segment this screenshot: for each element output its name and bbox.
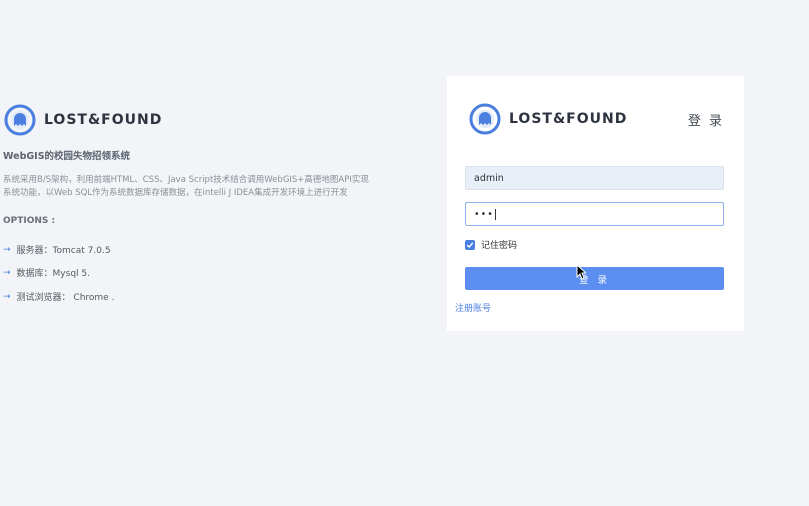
option-label: 服务器：Tomcat 7.0.5 <box>16 246 111 256</box>
check-icon <box>466 241 474 248</box>
brand: LOST&FOUND <box>4 100 380 140</box>
card-brand-name: LOST&FOUND <box>509 111 628 127</box>
option-item: → 测试浏览器： Chrome . <box>3 290 115 304</box>
password-value: ••• <box>474 208 494 220</box>
arrow-right-icon: → <box>3 244 11 255</box>
username-input[interactable] <box>465 166 724 190</box>
brand-name: LOST&FOUND <box>44 112 163 128</box>
option-label: 测试浏览器： Chrome . <box>16 293 115 303</box>
option-item: → 服务器：Tomcat 7.0.5 <box>3 243 111 257</box>
option-item: → 数据库：Mysql 5. <box>3 266 90 280</box>
arrow-right-icon: → <box>3 267 11 278</box>
arrow-right-icon: → <box>3 291 11 302</box>
login-title: 登 录 <box>687 114 724 129</box>
options-title: OPTIONS : <box>3 216 56 226</box>
card-brand: LOST&FOUND <box>469 103 627 135</box>
mouse-cursor-icon <box>576 264 586 280</box>
login-button[interactable]: 登 录 <box>465 267 724 290</box>
register-link[interactable]: 注册账号 <box>455 301 491 314</box>
remember-label: 记住密码 <box>481 241 518 251</box>
login-card: LOST&FOUND 登 录 ••• 记住密码 登 录 注册账号 <box>447 76 744 331</box>
logo-icon <box>4 104 36 136</box>
info-panel: LOST&FOUND WebGIS的校园失物招领系统 系统采用B/S架构，利用前… <box>0 100 380 303</box>
option-label: 数据库：Mysql 5. <box>16 269 90 279</box>
app-title: WebGIS的校园失物招领系统 <box>3 151 131 162</box>
password-input[interactable]: ••• <box>465 202 724 226</box>
remember-checkbox[interactable] <box>465 239 475 250</box>
text-caret <box>494 208 496 220</box>
logo-icon <box>469 103 501 135</box>
remember-password[interactable]: 记住密码 <box>465 238 517 251</box>
app-description: 系统采用B/S架构，利用前端HTML、CSS、Java Script技术结合调用… <box>3 175 369 198</box>
